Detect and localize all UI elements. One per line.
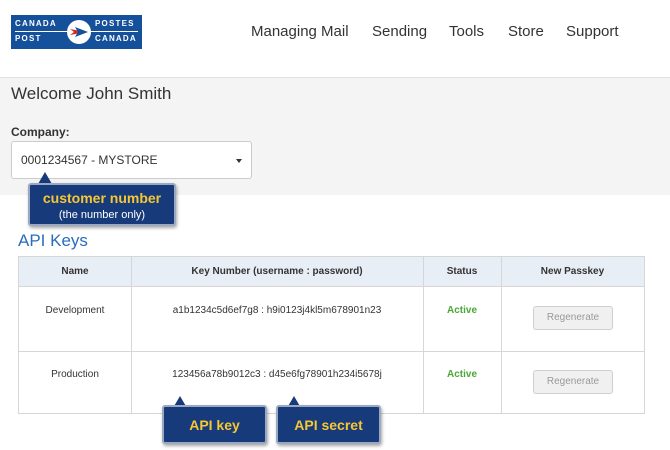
api-key-callout: API key bbox=[162, 405, 267, 444]
logo-text-postes: POSTES bbox=[95, 19, 135, 28]
api-secret-callout: API secret bbox=[276, 405, 381, 444]
column-divider bbox=[501, 257, 502, 413]
row-divider bbox=[19, 351, 644, 352]
callout-title: API secret bbox=[294, 417, 363, 433]
regenerate-production-button[interactable]: Regenerate bbox=[533, 370, 613, 394]
callout-subtitle: (the number only) bbox=[58, 209, 146, 221]
callout-title: API key bbox=[189, 417, 240, 433]
column-divider bbox=[131, 257, 132, 413]
column-header-new-passkey: New Passkey bbox=[540, 266, 605, 277]
logo-text-post: POST bbox=[15, 34, 42, 43]
top-navigation-bar: CANADA POST POSTES CANADA Managing Mail … bbox=[0, 0, 670, 78]
company-select-value: 0001234567 - MYSTORE bbox=[21, 153, 158, 167]
row-development-status: Active bbox=[446, 305, 477, 316]
customer-number-callout: customer number (the number only) bbox=[28, 183, 176, 226]
company-label: Company: bbox=[11, 125, 70, 139]
column-divider bbox=[423, 257, 424, 413]
row-production-key: 123456a78b9012c3 : d45e6fg78901h234i5678… bbox=[172, 369, 382, 380]
nav-support[interactable]: Support bbox=[566, 23, 619, 43]
column-header-name: Name bbox=[61, 266, 89, 277]
nav-store[interactable]: Store bbox=[508, 23, 544, 43]
row-development-key: a1b1234c5d6ef7g8 : h9i0123j4kl5m678901n2… bbox=[172, 305, 382, 316]
canada-post-logo[interactable]: CANADA POST POSTES CANADA bbox=[11, 15, 142, 49]
canada-post-emblem-icon bbox=[67, 20, 91, 44]
row-production-status: Active bbox=[446, 369, 477, 380]
nav-sending[interactable]: Sending bbox=[372, 23, 427, 43]
nav-tools[interactable]: Tools bbox=[449, 23, 484, 43]
row-production-name: Production bbox=[51, 369, 99, 380]
welcome-message: Welcome John Smith bbox=[11, 84, 172, 103]
callout-title: customer number bbox=[42, 190, 162, 206]
caret-down-icon bbox=[236, 159, 242, 163]
table-header: Name Key Number (username : password) St… bbox=[19, 257, 644, 287]
column-header-status: Status bbox=[446, 266, 478, 277]
row-development-name: Development bbox=[45, 305, 105, 316]
logo-text-canada-en: CANADA bbox=[15, 19, 57, 28]
api-keys-heading: API Keys bbox=[18, 231, 88, 250]
column-header-key-number: Key Number (username : password) bbox=[191, 266, 363, 277]
nav-managing-mail[interactable]: Managing Mail bbox=[251, 23, 349, 43]
logo-text-canada-fr: CANADA bbox=[95, 34, 137, 43]
regenerate-development-button[interactable]: Regenerate bbox=[533, 306, 613, 330]
api-keys-table: Name Key Number (username : password) St… bbox=[18, 256, 645, 414]
